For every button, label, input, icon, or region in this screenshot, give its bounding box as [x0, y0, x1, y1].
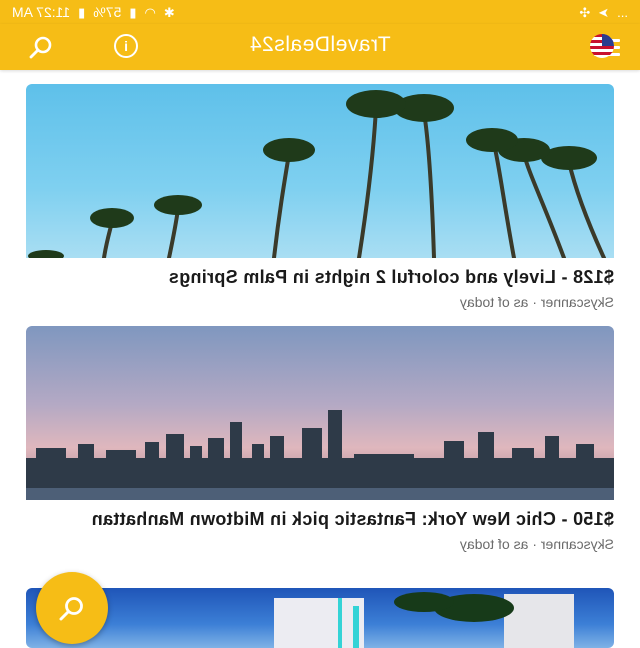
search-icon[interactable]	[28, 34, 54, 60]
app-title: TravelDeals24	[249, 33, 391, 56]
deal-image	[26, 326, 614, 500]
deal-meta: Skyscanner · as of today	[459, 294, 614, 310]
clock: 11:27 AM	[12, 4, 71, 20]
fan-icon: ✣	[579, 4, 591, 20]
us-flag-icon[interactable]	[590, 34, 614, 58]
search-icon	[59, 597, 83, 621]
deal-card[interactable]: $150 - Chic New York: Fantastic pick in …	[26, 326, 614, 552]
app-frame: ... ➤ ✣ ✱ ◠ ▮ 57% ▮ 11:27 AM TravelDeals…	[0, 0, 640, 648]
status-right: ✱ ◠ ▮ 57% ▮ 11:27 AM	[12, 4, 175, 20]
app-bar: TravelDeals24 i	[0, 24, 640, 70]
deal-card[interactable]	[26, 588, 614, 648]
nav-arrow-icon: ➤	[598, 4, 610, 20]
wifi-icon: ◠	[144, 4, 156, 20]
info-icon[interactable]: i	[114, 34, 138, 58]
status-left: ... ➤ ✣	[579, 4, 628, 20]
status-bar: ... ➤ ✣ ✱ ◠ ▮ 57% ▮ 11:27 AM	[0, 0, 640, 24]
battery-percent: 57%	[93, 4, 122, 20]
deal-image	[26, 588, 614, 648]
bluetooth-icon: ✱	[163, 4, 175, 20]
search-fab[interactable]	[36, 572, 108, 644]
battery-icon: ▮	[78, 4, 86, 20]
deal-title: $128 - Lively and colorful 2 nights in P…	[168, 267, 614, 287]
deal-source: Skyscanner	[540, 294, 614, 310]
deal-source: Skyscanner	[540, 536, 614, 552]
signal-icon: ▮	[129, 4, 137, 20]
deal-image	[26, 84, 614, 258]
deal-meta: Skyscanner · as of today	[459, 536, 614, 552]
overflow-dots-icon: ...	[617, 4, 628, 20]
deal-date: as of today	[459, 536, 529, 552]
deal-title: $150 - Chic New York: Fantastic pick in …	[91, 509, 614, 529]
deal-card[interactable]: $128 - Lively and colorful 2 nights in P…	[26, 84, 614, 310]
deal-date: as of today	[459, 294, 529, 310]
